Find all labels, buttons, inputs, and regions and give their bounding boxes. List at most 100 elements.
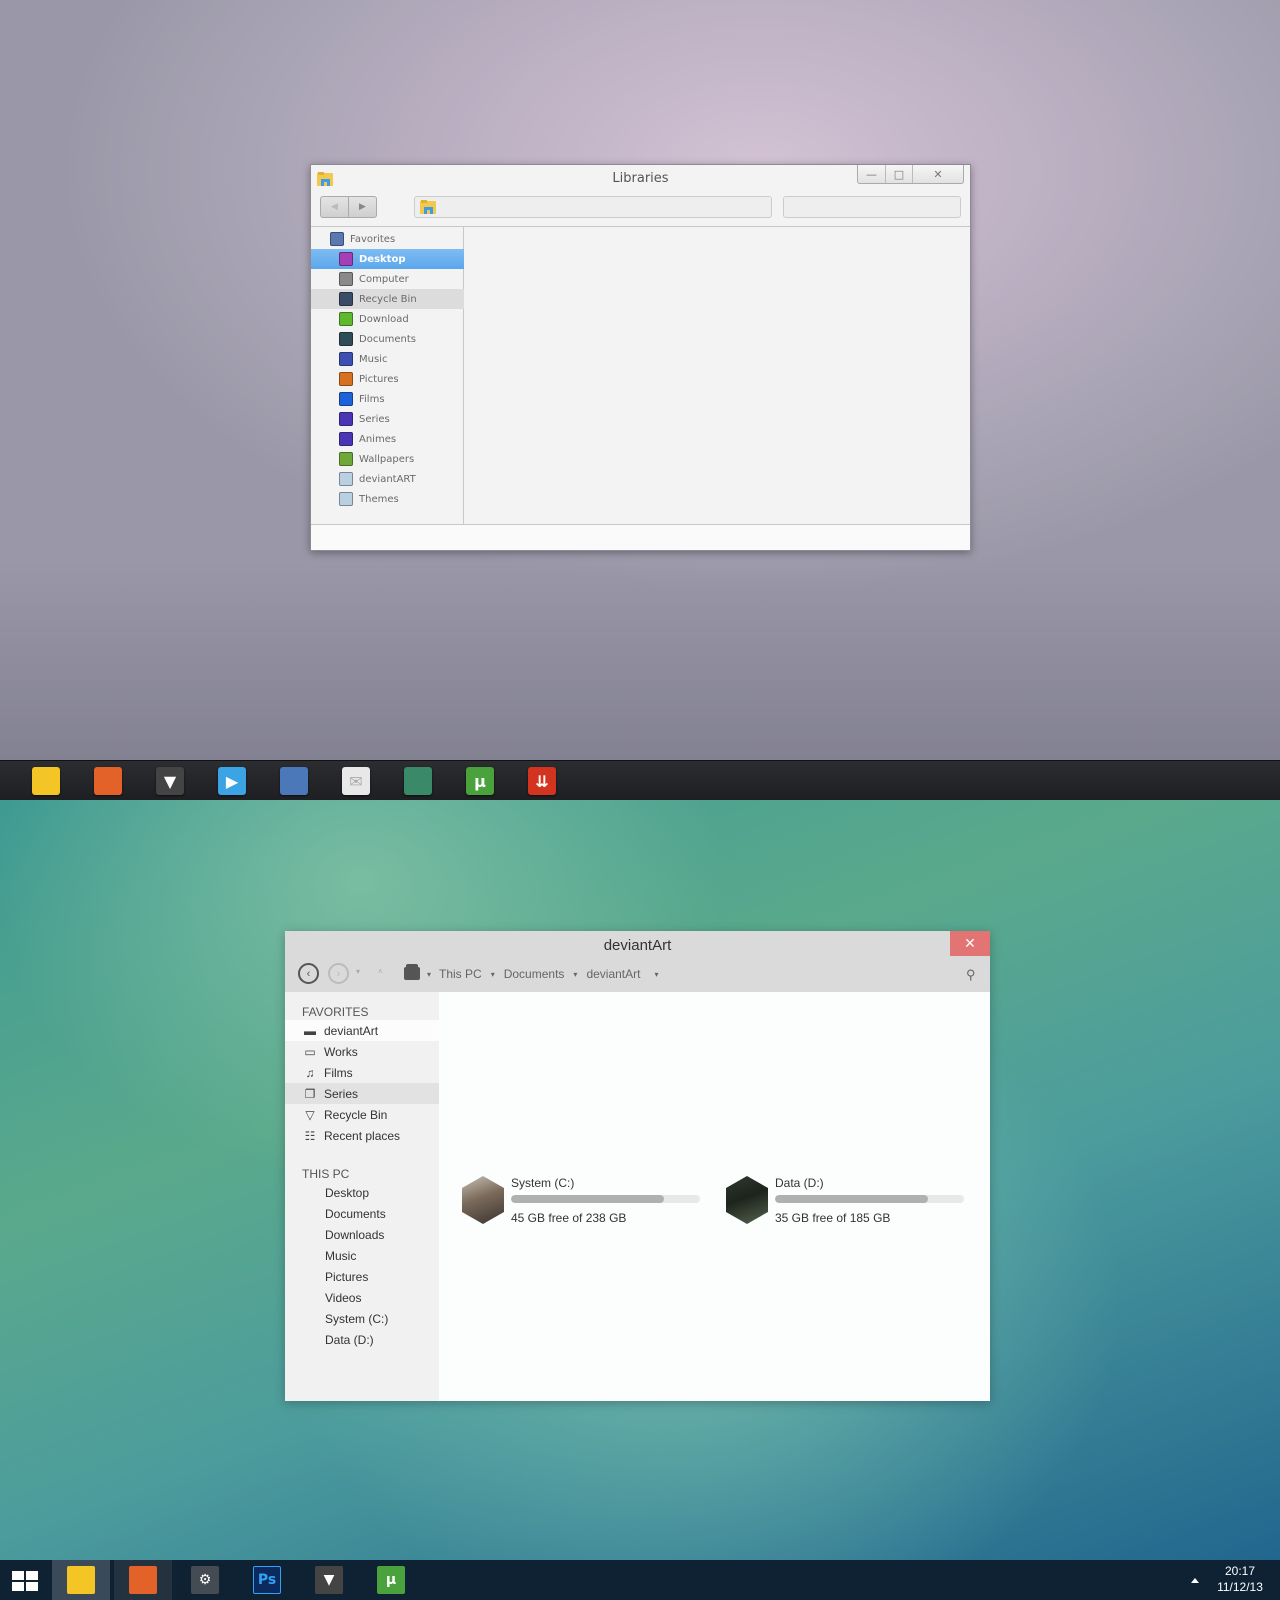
file-explorer-icon[interactable]: [32, 767, 60, 795]
this-pc-item-desktop[interactable]: Desktop: [325, 1186, 369, 1200]
favorites-item-deviantart[interactable]: ▬ deviantArt: [285, 1020, 439, 1041]
sidebar-item-deviantart[interactable]: deviantART: [311, 469, 464, 489]
vlc-like-app-icon[interactable]: [280, 767, 308, 795]
folder-icon: ▬: [304, 1023, 316, 1038]
forward-button[interactable]: ▶: [349, 197, 376, 217]
sidebar-item-favorites[interactable]: Favorites: [311, 229, 464, 249]
this-pc-item-downloads[interactable]: Downloads: [325, 1228, 384, 1242]
recent-locations-button[interactable]: ▾: [356, 967, 360, 976]
deviantart-window: deviantArt ✕ ‹ › ▾ ˄ ▾ This PC ▾ Documen…: [285, 931, 990, 1401]
breadcrumb-history-arrow[interactable]: ▾: [654, 970, 658, 979]
sidebar-item-films[interactable]: Films: [311, 389, 464, 409]
foobar-icon[interactable]: ▼: [156, 767, 184, 795]
animes-icon: [339, 432, 353, 446]
drive-thumbnail: [462, 1176, 504, 1224]
search-input[interactable]: [783, 196, 961, 218]
address-bar[interactable]: [414, 196, 772, 218]
folder-icon[interactable]: [404, 964, 420, 980]
close-button[interactable]: ✕: [913, 165, 963, 183]
sidebar-item-music[interactable]: Music: [311, 349, 464, 369]
sidebar-item-animes[interactable]: Animes: [311, 429, 464, 449]
sidebar-item-themes[interactable]: Themes: [311, 489, 464, 509]
this-pc-item-system-c[interactable]: System (C:): [325, 1312, 388, 1326]
drive-thumbnail: [726, 1176, 768, 1224]
breadcrumb-arrow[interactable]: ▾: [427, 970, 431, 979]
taskbar-photoshop-button[interactable]: Ps: [238, 1560, 296, 1600]
sidebar-item-desktop[interactable]: Desktop: [311, 249, 464, 269]
up-button[interactable]: ˄: [378, 967, 383, 976]
media-player-icon[interactable]: ▶: [218, 767, 246, 795]
sidebar-item-label: Films: [359, 393, 385, 405]
steam-icon: ⚙: [191, 1566, 219, 1594]
jdownloader-icon[interactable]: [404, 767, 432, 795]
this-pc-item-documents[interactable]: Documents: [325, 1207, 386, 1221]
clock-time: 20:17: [1224, 1564, 1256, 1578]
breadcrumb-arrow[interactable]: ▾: [573, 970, 577, 979]
breadcrumb-documents[interactable]: Documents: [504, 967, 565, 981]
favorites-header: FAVORITES: [302, 1005, 369, 1019]
sidebar-item-wallpapers[interactable]: Wallpapers: [311, 449, 464, 469]
drive-tile[interactable]: System (C:) 45 GB free of 238 GB: [462, 1176, 712, 1226]
clock[interactable]: 20:17 11/12/13: [1210, 1563, 1270, 1595]
utorrent-icon[interactable]: μ: [466, 767, 494, 795]
this-pc-item-pictures[interactable]: Pictures: [325, 1270, 368, 1284]
folder-icon: [339, 472, 353, 486]
caption-buttons: — □ ✕: [857, 165, 964, 184]
show-hidden-icons-button[interactable]: [1191, 1578, 1199, 1583]
this-pc-item-music[interactable]: Music: [325, 1249, 356, 1263]
maximize-button[interactable]: □: [886, 165, 913, 183]
sidebar-item-label: Recycle Bin: [359, 293, 417, 305]
taskbar-utorrent-button[interactable]: μ: [362, 1560, 420, 1600]
sidebar-item-recycle-bin[interactable]: Recycle Bin: [311, 289, 464, 309]
drive-usage-fill: [511, 1195, 665, 1203]
taskbar-firefox-button[interactable]: [114, 1560, 172, 1600]
pictures-icon: [339, 372, 353, 386]
this-pc-item-videos[interactable]: Videos: [325, 1291, 361, 1305]
favorites-item-recent-places[interactable]: ☷ Recent places: [285, 1125, 439, 1146]
wallpapers-icon: [339, 452, 353, 466]
mail-icon[interactable]: ✉: [342, 767, 370, 795]
breadcrumb-this-pc[interactable]: This PC: [439, 967, 482, 981]
favorites-item-recycle-bin[interactable]: ▽ Recycle Bin: [285, 1104, 439, 1125]
sidebar-item-pictures[interactable]: Pictures: [311, 369, 464, 389]
sidebar-item-download[interactable]: Download: [311, 309, 464, 329]
close-button[interactable]: ✕: [950, 931, 990, 956]
this-pc-item-data-d[interactable]: Data (D:): [325, 1333, 374, 1347]
windows-logo-icon: [12, 1571, 24, 1580]
favorites-item-works[interactable]: ▭ Works: [285, 1041, 439, 1062]
window-title: deviantArt: [603, 937, 672, 954]
recycle-bin-icon: ▽: [305, 1107, 315, 1122]
favorites-item-series[interactable]: ❐ Series: [285, 1083, 439, 1104]
folder-icon: [339, 492, 353, 506]
sidebar-item-label: Desktop: [359, 253, 406, 265]
back-button[interactable]: ‹: [298, 963, 319, 984]
sidebar-item-label: Wallpapers: [359, 453, 415, 465]
works-icon: ▭: [304, 1044, 316, 1059]
sidebar-item-label: Themes: [359, 493, 399, 505]
libraries-folder-icon: [420, 200, 436, 214]
taskbar-foobar-button[interactable]: ▼: [300, 1560, 358, 1600]
sidebar-item-computer[interactable]: Computer: [311, 269, 464, 289]
favorites-item-label: Series: [324, 1086, 359, 1101]
favorites-item-label: deviantArt: [324, 1023, 379, 1038]
this-pc-header[interactable]: THIS PC: [302, 1167, 349, 1181]
breadcrumb-deviantart[interactable]: deviantArt: [586, 967, 640, 981]
taskbar-steam-button[interactable]: ⚙: [176, 1560, 234, 1600]
sidebar-item-series[interactable]: Series: [311, 409, 464, 429]
favorites-house-icon: [330, 232, 344, 246]
search-icon[interactable]: ⚲: [966, 967, 976, 983]
back-button[interactable]: ◀: [321, 197, 349, 217]
downloader-icon[interactable]: ⇊: [528, 767, 556, 795]
forward-button[interactable]: ›: [328, 963, 349, 984]
drive-tile[interactable]: Data (D:) 35 GB free of 185 GB: [726, 1176, 976, 1226]
start-button[interactable]: [12, 1571, 38, 1591]
firefox-icon[interactable]: [94, 767, 122, 795]
breadcrumb-arrow[interactable]: ▾: [491, 970, 495, 979]
music-icon: [339, 352, 353, 366]
minimize-button[interactable]: —: [858, 165, 886, 183]
favorites-item-films[interactable]: ♫ Films: [285, 1062, 439, 1083]
drive-name: Data (D:): [775, 1176, 824, 1190]
taskbar-file-explorer-button[interactable]: [52, 1560, 110, 1600]
favorites-item-label: Works: [324, 1044, 358, 1059]
sidebar-item-documents[interactable]: Documents: [311, 329, 464, 349]
